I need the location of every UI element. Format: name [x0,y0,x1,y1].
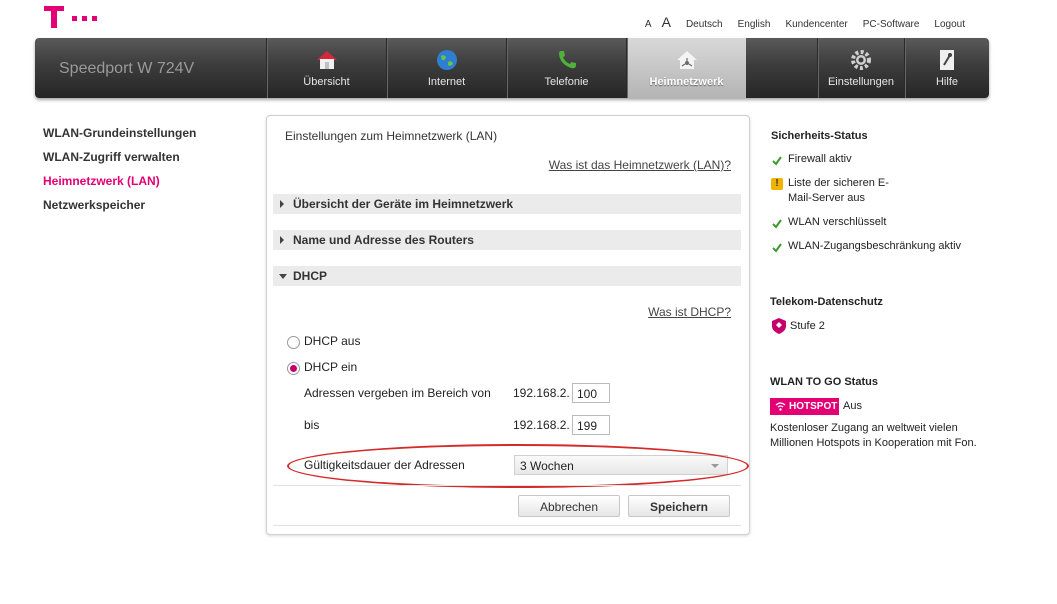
subnav-heimnetzwerk-lan[interactable]: Heimnetzwerk (LAN) [43,174,196,198]
nav-tab-label: Hilfe [935,76,958,88]
main-navigation: Speedport W 724V Übersicht Internet Tele… [35,38,989,98]
nav-tab-hilfe[interactable]: Hilfe [904,38,989,98]
hotspot-state: Aus [843,400,862,412]
dhcp-off-radio[interactable] [287,336,300,349]
checkmark-icon [772,219,782,229]
nav-tab-label: Telefonie [544,76,589,88]
warning-icon: ! [771,178,783,190]
nav-tab-einstellungen[interactable]: Einstellungen [817,38,904,98]
telekom-logo [44,6,98,32]
sub-navigation: WLAN-Grundeinstellungen WLAN-Zugriff ver… [43,126,196,222]
subnav-wlan-grundeinstellungen[interactable]: WLAN-Grundeinstellungen [43,126,196,150]
font-size-small-link[interactable]: A [645,19,652,30]
dhcp-on-radio[interactable] [287,362,300,375]
section-dhcp[interactable]: DHCP [273,266,741,286]
nav-tab-label: Einstellungen [827,76,895,88]
collapse-arrow-icon [279,274,287,279]
language-english-link[interactable]: English [738,19,771,30]
checkmark-icon [772,243,782,253]
nav-tab-heimnetzwerk[interactable]: Heimnetzwerk [626,38,746,98]
section-label: Übersicht der Geräte im Heimnetzwerk [293,197,514,211]
ip-prefix-to: 192.168.2. [513,418,570,432]
panel-title: Einstellungen zum Heimnetzwerk (LAN) [285,129,498,143]
nav-tab-label: Heimnetzwerk [649,76,724,88]
gear-icon [851,50,871,70]
security-item: WLAN verschlüsselt [788,216,887,228]
font-size-large-link[interactable]: A [662,14,671,30]
globe-icon [436,50,457,70]
nav-tab-telefonie[interactable]: Telefonie [506,38,626,98]
hotspot-badge: HOTSPOT [770,398,839,415]
settings-panel: Einstellungen zum Heimnetzwerk (LAN) Was… [266,115,750,535]
help-dhcp-link[interactable]: Was ist DHCP? [648,305,731,319]
checkmark-icon [772,156,782,166]
privacy-level: Stufe 2 [790,320,825,332]
wlan-togo-title: WLAN TO GO Status [770,376,878,388]
range-start-input[interactable]: 100 [572,383,610,403]
hotspot-description: Kostenloser Zugang an weltweit vielen Mi… [770,422,977,449]
expand-arrow-icon [280,236,284,244]
logout-link[interactable]: Logout [934,19,965,30]
ip-prefix-from: 192.168.2. [513,386,570,400]
dhcp-on-label: DHCP ein [304,360,358,374]
lease-duration-value: 3 Wochen [520,459,574,473]
save-button[interactable]: Speichern [628,495,730,517]
privacy-shield-icon [772,318,786,334]
nav-tab-internet[interactable]: Internet [386,38,506,98]
chevron-down-icon [711,464,719,468]
privacy-title: Telekom-Datenschutz [770,296,883,308]
top-links: A A Deutsch English Kundencenter PC-Soft… [645,14,965,30]
range-end-input[interactable]: 199 [572,415,610,435]
range-from-label: Adressen vergeben im Bereich von [304,386,491,400]
nav-tab-label: Internet [427,76,466,88]
divider [273,485,741,486]
cancel-button[interactable]: Abbrechen [518,495,620,517]
divider [273,525,741,526]
section-geraete-uebersicht[interactable]: Übersicht der Geräte im Heimnetzwerk [273,194,741,214]
range-to-label: bis [304,418,320,432]
section-label: Name und Adresse des Routers [293,233,474,247]
lease-duration-label: Gültigkeitsdauer der Adressen [304,458,465,472]
security-status-title: Sicherheits-Status [771,130,868,142]
kundencenter-link[interactable]: Kundencenter [785,19,847,30]
subnav-wlan-zugriff[interactable]: WLAN-Zugriff verwalten [43,150,196,174]
home-network-icon [676,51,697,69]
help-heimnetzwerk-link[interactable]: Was ist das Heimnetzwerk (LAN)? [549,158,731,172]
expand-arrow-icon [280,200,284,208]
security-item: Firewall aktiv [788,153,852,165]
pc-software-link[interactable]: PC-Software [863,19,920,30]
section-label: DHCP [293,269,328,283]
security-item: Liste der sicheren E-Mail-Server aus [788,177,889,204]
nav-tab-uebersicht[interactable]: Übersicht [266,38,386,98]
section-router-name-adresse[interactable]: Name und Adresse des Routers [273,230,741,250]
phone-icon [558,51,576,69]
help-book-icon [940,50,954,70]
hotspot-badge-label: HOTSPOT [789,401,838,412]
security-item: WLAN-Zugangsbeschränkung aktiv [788,240,962,252]
subnav-netzwerkspeicher[interactable]: Netzwerkspeicher [43,198,196,222]
wifi-icon [775,402,786,411]
dhcp-off-label: DHCP aus [304,334,361,348]
lease-duration-select[interactable]: 3 Wochen [514,455,728,475]
product-name: Speedport W 724V [59,60,195,77]
language-deutsch-link[interactable]: Deutsch [686,19,723,30]
nav-tab-label: Übersicht [303,76,350,88]
house-icon [316,51,337,69]
